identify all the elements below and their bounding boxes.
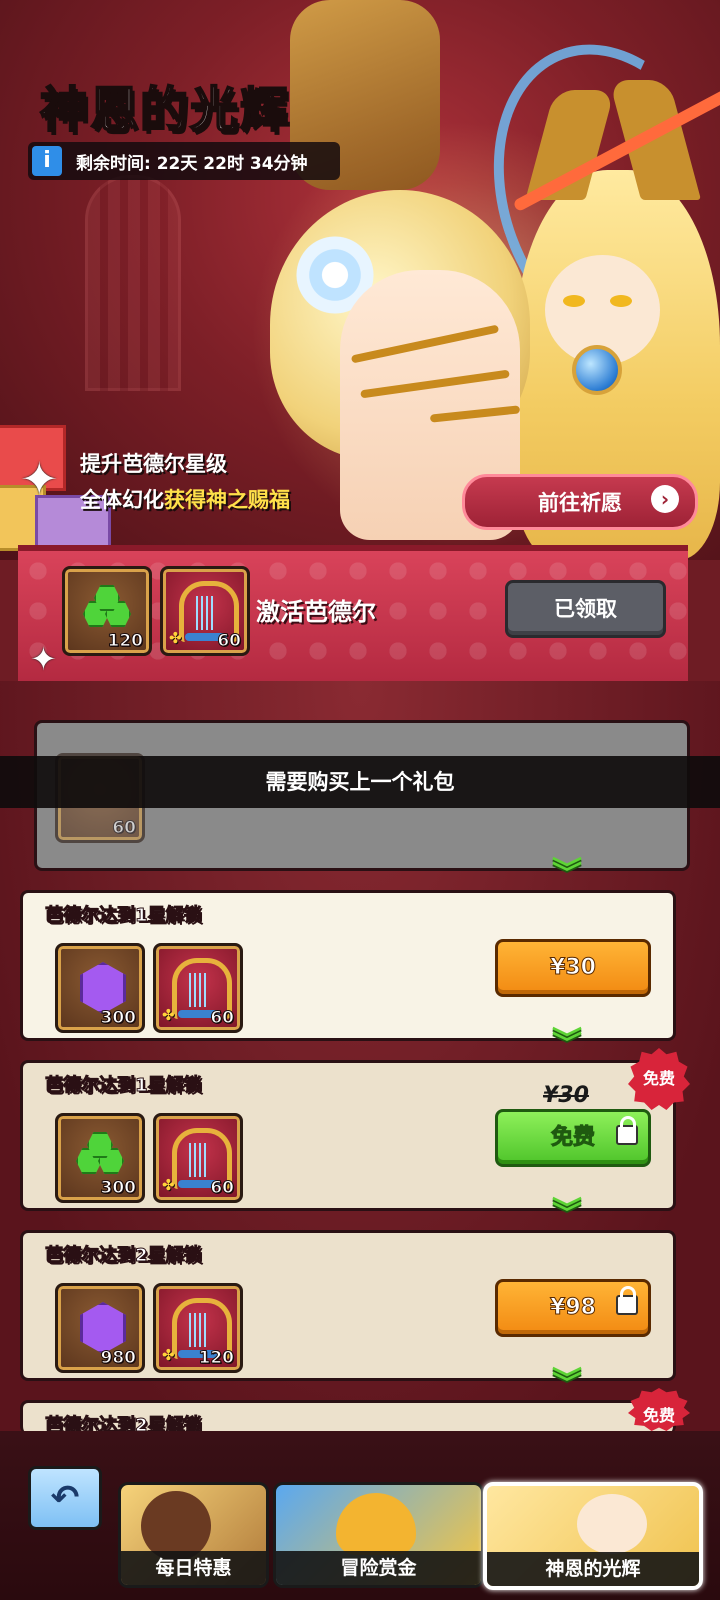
tagline-prefix: 全体幻化 [80, 488, 164, 512]
chevron-down-icon: ︾ [552, 1196, 582, 1231]
timer-bar: i 剩余时间: 22天 22时 34分钟 [28, 142, 340, 180]
reward-qty: 120 [107, 631, 143, 652]
chevron-right-icon: › [651, 485, 679, 513]
pack-title: 芭德尔达到1星解锁 [45, 1075, 203, 1097]
pack-title: 芭德尔达到1星解锁 [45, 905, 203, 927]
go-pray-label: 前往祈愿 [538, 491, 622, 515]
info-icon[interactable]: i [32, 146, 62, 176]
pack-card: 芭德尔达到2星解锁 980 ✤ 120 ¥98 [20, 1230, 676, 1381]
activate-label: 激活芭德尔 [256, 598, 376, 626]
chevron-down-icon: ︾ [552, 856, 582, 891]
clover-icon: ✤ [162, 1346, 175, 1364]
back-arrow-icon[interactable]: ↶ [28, 1466, 102, 1530]
background-window [85, 175, 181, 391]
clover-icon: ✤ [162, 1176, 175, 1194]
page-title: 神恩的光辉 [39, 81, 291, 139]
reward-qty: 60 [210, 1008, 235, 1029]
reward-item[interactable]: ✤ 60 [153, 943, 243, 1033]
reward-item[interactable]: ✤ 60 [153, 1113, 243, 1203]
pack-card: 芭德尔达到1星解锁 300 ✤ 60 ¥30 [20, 890, 676, 1041]
reward-qty: 60 [217, 631, 242, 652]
reward-item[interactable]: 120 [62, 566, 152, 656]
free-claim-label: 免费 [550, 1125, 595, 1151]
reward-item[interactable]: ✤ 120 [153, 1283, 243, 1373]
buy-button[interactable]: ¥98 [495, 1279, 651, 1337]
reward-qty: 300 [100, 1178, 136, 1199]
reward-qty: 980 [100, 1348, 136, 1369]
reward-qty: 300 [100, 1008, 136, 1029]
character-portrait [577, 1494, 647, 1554]
reward-item[interactable]: 980 [55, 1283, 145, 1373]
tab-label: 每日特惠 [121, 1551, 266, 1585]
chevron-down-icon: ︾ [552, 1366, 582, 1401]
tab-label: 冒险赏金 [276, 1551, 481, 1585]
reward-qty: 120 [198, 1348, 234, 1369]
tagline-highlight: 获得神之赐福 [164, 488, 290, 512]
sparkle-icon: ✦ [20, 452, 59, 506]
original-price: ¥30 [543, 1083, 589, 1108]
blue-brooch-gem [572, 345, 622, 395]
pack-title: 芭德尔达到2星解锁 [45, 1245, 203, 1267]
reward-item[interactable]: ✤ 60 [160, 566, 250, 656]
clover-icon: ✤ [162, 1006, 175, 1024]
character-eye [563, 295, 585, 307]
purple-gem-icon [80, 1302, 126, 1354]
reward-item[interactable]: 300 [55, 1113, 145, 1203]
lock-icon [616, 1286, 638, 1315]
pack-card: 芭德尔达到1星解锁 300 ✤ 60 ¥30 免费 [20, 1060, 676, 1211]
purple-gem-icon [80, 962, 126, 1014]
tagline-line1: 提升芭德尔星级 [80, 452, 227, 476]
tab-label: 神恩的光辉 [487, 1552, 699, 1586]
free-claim-button[interactable]: 免费 [495, 1109, 651, 1167]
tab-divine-radiance[interactable]: 神恩的光辉 [483, 1482, 703, 1590]
character-eye [610, 295, 632, 307]
tab-adventure-bounty[interactable]: 冒险赏金 [273, 1482, 484, 1588]
chevron-down-icon: ︾ [552, 1026, 582, 1061]
go-pray-button[interactable]: 前往祈愿 › [462, 474, 698, 530]
remaining-time: 剩余时间: 22天 22时 34分钟 [76, 153, 308, 174]
buy-button[interactable]: ¥30 [495, 939, 651, 997]
reward-qty: 60 [112, 818, 137, 839]
buy-button-label: ¥98 [550, 1295, 597, 1321]
sparkle-icon: ✦ [30, 640, 57, 678]
green-gem-icon [83, 585, 131, 629]
tab-daily-deals[interactable]: 每日特惠 [118, 1482, 269, 1588]
reward-item[interactable]: 300 [55, 943, 145, 1033]
toast-message: 需要购买上一个礼包 [0, 756, 720, 808]
clover-icon: ✤ [169, 629, 182, 647]
cat-mascot-icon [336, 1493, 416, 1555]
pack-card: 芭德尔达到2星解锁 [20, 1400, 676, 1434]
tagline-line2: 全体幻化获得神之赐福 [80, 484, 290, 514]
green-gem-icon [76, 1132, 124, 1176]
lock-icon [616, 1116, 638, 1145]
reward-qty: 60 [210, 1178, 235, 1199]
claimed-button[interactable]: 已领取 [505, 580, 666, 638]
